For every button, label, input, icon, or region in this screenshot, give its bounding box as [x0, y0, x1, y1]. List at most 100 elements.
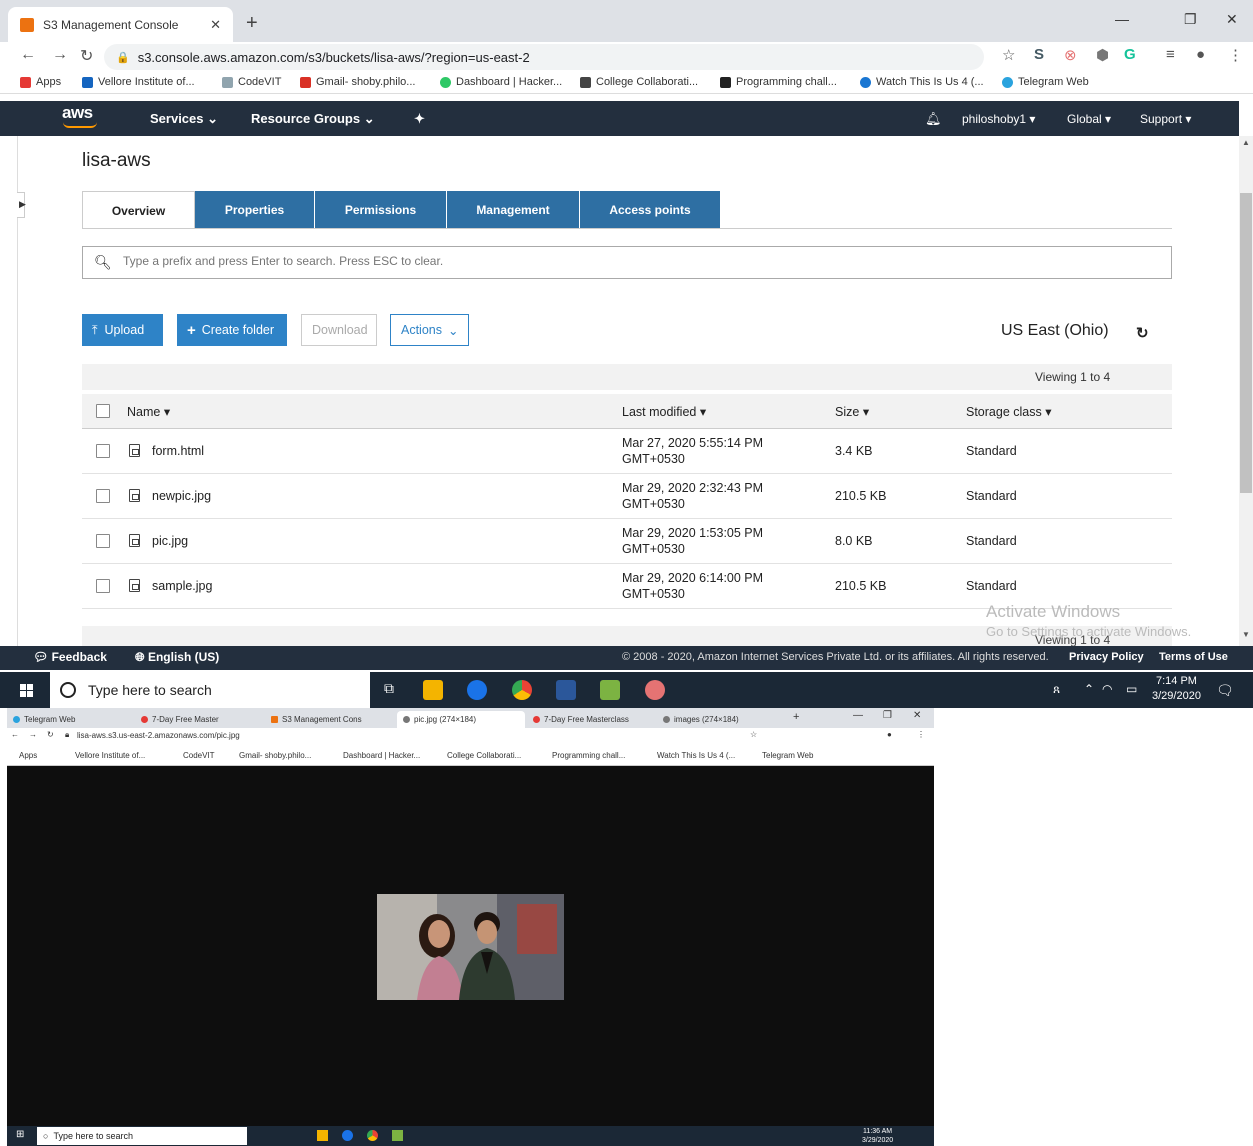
battery-icon[interactable]: ▭	[1126, 682, 1137, 696]
bookmark-thisisus[interactable]: Watch This Is Us 4 (...	[860, 76, 984, 88]
pin-icon[interactable]: ✦	[414, 111, 425, 127]
menu-kebab-icon[interactable]: ⋮	[917, 730, 925, 739]
edge-icon[interactable]	[342, 1130, 353, 1141]
object-name[interactable]: form.html	[152, 444, 204, 458]
download-button[interactable]: Download	[301, 314, 377, 346]
system-clock-small[interactable]: 11:36 AM 3/29/2020	[862, 1127, 893, 1145]
object-name[interactable]: pic.jpg	[152, 534, 188, 548]
people-icon[interactable]: ጸ	[1053, 682, 1060, 697]
tab-access-points[interactable]: Access points	[580, 191, 721, 229]
profile-icon[interactable]: ●	[1196, 46, 1205, 63]
bookmark-codevit[interactable]: CodeVIT	[183, 751, 215, 760]
column-storage-class[interactable]: Storage class ▾	[966, 404, 1052, 419]
edge-icon[interactable]	[467, 680, 487, 700]
bookmark-star-icon[interactable]: ☆	[1002, 46, 1015, 64]
close-window-icon[interactable]: ✕	[1226, 11, 1238, 28]
photos-icon[interactable]	[600, 680, 620, 700]
taskbar-search-small[interactable]: ○ Type here to search	[37, 1127, 247, 1145]
system-clock[interactable]: 7:14 PM 3/29/2020	[1152, 674, 1201, 704]
tab-management[interactable]: Management	[447, 191, 580, 229]
tab-images[interactable]: images (274×184)	[657, 711, 785, 728]
bookmark-star-icon[interactable]: ☆	[750, 730, 757, 739]
scroll-up-icon[interactable]: ▲	[1242, 138, 1250, 147]
microphone-icon[interactable]: 🎙︎	[340, 681, 358, 698]
reading-list-icon[interactable]: ≡	[1166, 46, 1175, 63]
services-menu[interactable]: Services ⌄	[150, 111, 218, 127]
privacy-policy-link[interactable]: Privacy Policy	[1069, 651, 1144, 663]
page-scrollbar[interactable]: ▲ ▼	[1239, 136, 1253, 646]
row-checkbox[interactable]	[96, 489, 110, 503]
tab-masterclass-2[interactable]: 7-Day Free Masterclass	[527, 711, 655, 728]
paint-icon[interactable]	[645, 680, 665, 700]
table-row[interactable]: form.html Mar 27, 2020 5:55:14 PM GMT+053…	[82, 429, 1172, 474]
new-tab-icon[interactable]: +	[793, 711, 799, 723]
tray-chevron-icon[interactable]: ⌃	[1084, 682, 1094, 696]
aws-logo[interactable]: aws	[62, 103, 97, 128]
extension-shield-icon[interactable]: ⬢	[1096, 46, 1109, 64]
object-name[interactable]: sample.jpg	[152, 579, 212, 593]
reload-icon[interactable]: ↻	[80, 46, 93, 66]
extension-s-icon[interactable]: S	[1034, 46, 1044, 63]
chrome-icon[interactable]	[367, 1130, 378, 1141]
bookmark-gmail[interactable]: Gmail- shoby.philo...	[300, 76, 415, 88]
restore-icon[interactable]: ❐	[1184, 11, 1197, 28]
minimize-icon[interactable]: —	[1115, 11, 1129, 27]
bookmark-vit[interactable]: Vellore Institute of...	[75, 751, 145, 760]
file-explorer-icon[interactable]	[317, 1130, 328, 1141]
bookmark-college[interactable]: College Collaborati...	[447, 751, 521, 760]
support-menu[interactable]: Support ▾	[1140, 112, 1191, 126]
profile-icon[interactable]: ●	[887, 730, 892, 739]
column-name[interactable]: Name ▾	[127, 404, 170, 419]
actions-dropdown[interactable]: Actions ⌄	[390, 314, 469, 346]
upload-button[interactable]: ⤒ Upload	[82, 314, 163, 346]
notifications-icon[interactable]: 🗨︎	[1216, 682, 1234, 699]
bookmark-hackerrank[interactable]: Dashboard | Hacker...	[440, 76, 562, 88]
bookmark-apps[interactable]: Apps	[20, 76, 61, 88]
tab-s3-console[interactable]: S3 Management Console ✕	[8, 7, 233, 42]
column-last-modified[interactable]: Last modified ▾	[622, 404, 706, 419]
terms-of-use-link[interactable]: Terms of Use	[1159, 651, 1228, 663]
column-size[interactable]: Size ▾	[835, 404, 869, 419]
sidebar-toggle[interactable]: ▶	[17, 192, 26, 218]
account-menu[interactable]: philoshoby1 ▾	[962, 112, 1035, 126]
table-row[interactable]: pic.jpg Mar 29, 2020 1:53:05 PM GMT+0530 …	[82, 519, 1172, 564]
bookmark-vit[interactable]: Vellore Institute of...	[82, 76, 195, 88]
word-icon[interactable]	[556, 680, 576, 700]
restore-icon[interactable]: ❐	[883, 710, 892, 721]
prefix-search-input[interactable]	[123, 254, 1123, 268]
windows-start-icon[interactable]: ⊞	[16, 1129, 24, 1140]
close-tab-icon[interactable]: ✕	[210, 17, 221, 33]
bookmark-programming[interactable]: Programming chall...	[720, 76, 837, 88]
scroll-down-icon[interactable]: ▼	[1242, 630, 1250, 639]
forward-icon[interactable]: →	[29, 730, 37, 739]
photos-icon[interactable]	[392, 1130, 403, 1141]
row-checkbox[interactable]	[96, 534, 110, 548]
tab-overview[interactable]: Overview	[82, 191, 195, 229]
global-menu[interactable]: Global ▾	[1067, 112, 1111, 126]
omnibox[interactable]: 🔒 s3.console.aws.amazon.com/s3/buckets/l…	[104, 44, 984, 70]
back-icon[interactable]: ←	[11, 730, 19, 739]
taskbar-search[interactable]: Type here to search	[50, 672, 370, 708]
grammarly-icon[interactable]: G	[1124, 46, 1136, 63]
menu-kebab-icon[interactable]: ⋮	[1228, 46, 1243, 64]
task-view-icon[interactable]: ⧉	[384, 680, 394, 697]
tab-masterclass[interactable]: 7-Day Free Master	[135, 711, 265, 728]
windows-start-icon[interactable]	[20, 684, 34, 698]
bookmark-programming[interactable]: Programming chall...	[552, 751, 625, 760]
refresh-icon[interactable]: ↻	[1136, 324, 1149, 342]
feedback-link[interactable]: 💬︎ Feedback	[33, 650, 107, 664]
chrome-icon[interactable]	[512, 680, 532, 700]
bookmark-codevit[interactable]: CodeVIT	[222, 76, 281, 88]
scroll-thumb[interactable]	[1240, 193, 1252, 493]
tab-properties[interactable]: Properties	[195, 191, 315, 229]
bookmark-apps[interactable]: Apps	[19, 751, 37, 760]
language-selector[interactable]: 🌐︎ English (US)	[135, 650, 219, 665]
resource-groups-menu[interactable]: Resource Groups ⌄	[251, 111, 375, 127]
bookmark-hackerrank[interactable]: Dashboard | Hacker...	[343, 751, 420, 760]
file-explorer-icon[interactable]	[423, 680, 443, 700]
bookmark-gmail[interactable]: Gmail- shoby.philo...	[239, 751, 311, 760]
tab-s3-console-small[interactable]: S3 Management Cons	[265, 711, 395, 728]
row-checkbox[interactable]	[96, 444, 110, 458]
forward-icon[interactable]: →	[52, 46, 68, 64]
bookmark-thisisus[interactable]: Watch This Is Us 4 (...	[657, 751, 735, 760]
